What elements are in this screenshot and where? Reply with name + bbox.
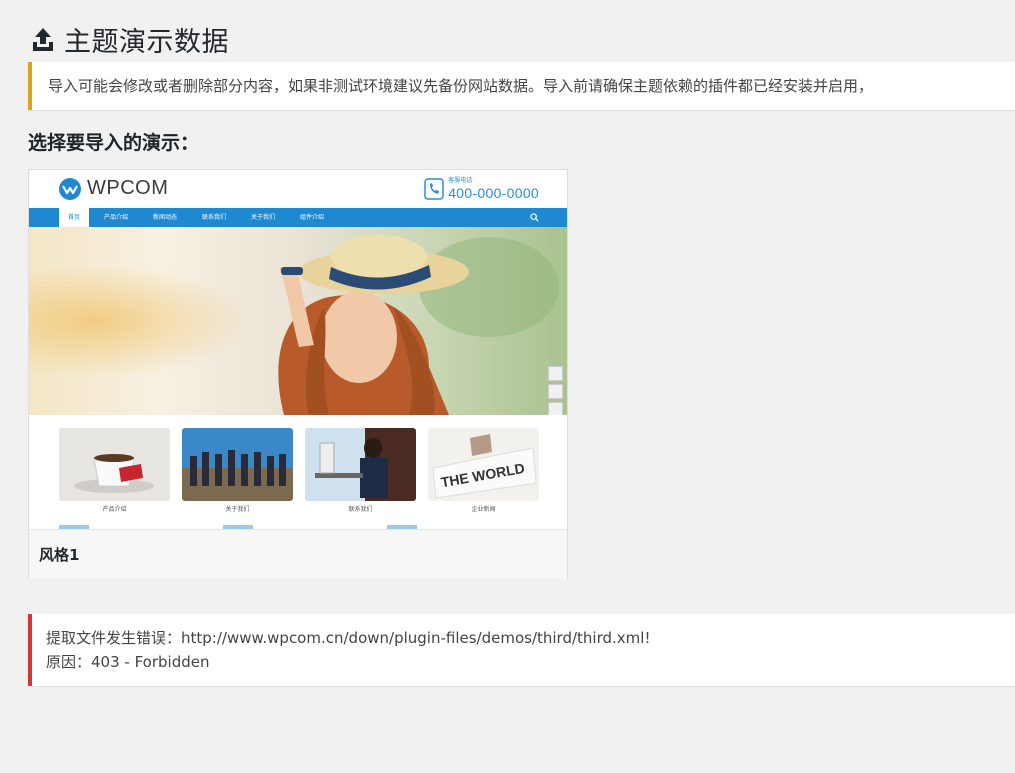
preview-side-tools — [548, 366, 563, 415]
preview-nav-item: 关于我们 — [251, 214, 276, 221]
preview-feature-caption: 产品介绍 — [102, 506, 127, 513]
preview-logo: WPCOM — [59, 177, 168, 200]
preview-feature-card: 关于我们 — [182, 428, 293, 513]
warning-text: 导入可能会修改或者删除部分内容，如果非测试环境建议先备份网站数据。导入前请确保主… — [48, 77, 874, 95]
search-icon — [530, 213, 539, 222]
office-work-image — [305, 428, 416, 501]
preview-nav-item: 联系我们 — [202, 214, 227, 221]
demo-card[interactable]: WPCOM 客服电话 400-000-0000 首页 产品介绍 新闻动态 联系我… — [28, 169, 568, 579]
preview-feature-caption: 企业新闻 — [471, 506, 496, 513]
preview-site-header: WPCOM 客服电话 400-000-0000 — [29, 170, 567, 208]
puzzle-world-image: THE WORLD — [428, 428, 539, 501]
qrcode-icon — [548, 384, 563, 399]
share-icon — [548, 402, 563, 415]
phone-icon — [424, 178, 444, 200]
hero-photo — [29, 227, 567, 415]
demo-select-heading: 选择要导入的演示： — [28, 132, 200, 154]
preview-feature-card: 联系我们 — [305, 428, 416, 513]
upload-icon — [33, 27, 53, 51]
preview-phone-label: 客服电话 — [448, 177, 473, 184]
preview-feature-card: 产品介绍 — [59, 428, 170, 513]
demo-preview-screenshot[interactable]: WPCOM 客服电话 400-000-0000 首页 产品介绍 新闻动态 联系我… — [29, 170, 567, 529]
error-message: 提取文件发生错误：http://www.wpcom.cn/down/plugin… — [46, 629, 651, 647]
page: 主题演示数据 导入可能会修改或者删除部分内容，如果非测试环境建议先备份网站数据。… — [0, 0, 1015, 773]
comment-icon — [548, 366, 563, 381]
preview-phone: 客服电话 400-000-0000 — [424, 178, 539, 200]
coffee-cup-image — [59, 428, 170, 501]
preview-nav-item: 新闻动态 — [153, 214, 178, 221]
page-header: 主题演示数据 — [32, 20, 229, 59]
preview-nav-item: 组件介绍 — [300, 214, 325, 221]
warning-notice: 导入可能会修改或者删除部分内容，如果非测试环境建议先备份网站数据。导入前请确保主… — [28, 62, 1015, 110]
preview-nav-item: 首页 — [59, 208, 89, 227]
page-title: 主题演示数据 — [64, 27, 229, 58]
error-notice: 提取文件发生错误：http://www.wpcom.cn/down/plugin… — [28, 614, 1015, 686]
team-celebration-image — [182, 428, 293, 501]
demo-name[interactable]: 风格1 — [29, 529, 567, 579]
wpcom-logo-icon — [59, 177, 81, 200]
preview-feature-card: THE WORLD 企业新闻 — [428, 428, 539, 513]
preview-logo-text: WPCOM — [87, 177, 169, 199]
preview-hero-banner — [29, 227, 567, 415]
preview-phone-number: 400-000-0000 — [448, 185, 539, 201]
preview-nav-bar: 首页 产品介绍 新闻动态 联系我们 关于我们 组件介绍 — [29, 208, 567, 227]
preview-feature-caption: 联系我们 — [348, 506, 373, 513]
preview-feature-caption: 关于我们 — [225, 506, 250, 513]
error-reason: 原因：403 - Forbidden — [46, 653, 210, 671]
preview-nav-item: 产品介绍 — [104, 214, 129, 221]
